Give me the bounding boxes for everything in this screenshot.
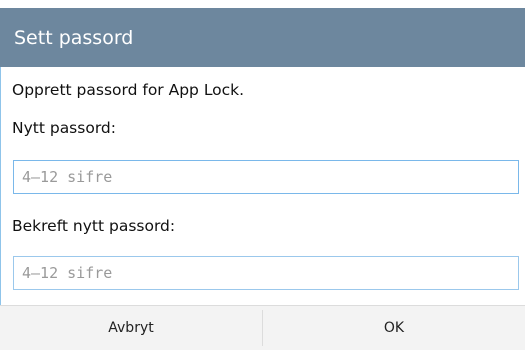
confirm-password-label: Bekreft nytt passord: [12,217,176,235]
dialog-button-bar: Avbryt OK [0,305,525,350]
dialog-description: Opprett passord for App Lock. [12,81,245,99]
dialog-title-bar: Sett passord [0,8,525,67]
cancel-button[interactable]: Avbryt [0,306,262,350]
new-password-input[interactable] [13,160,519,194]
cancel-button-label: Avbryt [108,320,154,336]
confirm-password-input[interactable] [13,256,519,290]
dialog-content: Opprett passord for App Lock. Nytt passo… [0,67,525,305]
top-strip [0,0,525,8]
new-password-label: Nytt passord: [12,119,116,137]
dialog-title: Sett passord [14,26,134,49]
ok-button[interactable]: OK [263,306,525,350]
ok-button-label: OK [383,320,405,336]
